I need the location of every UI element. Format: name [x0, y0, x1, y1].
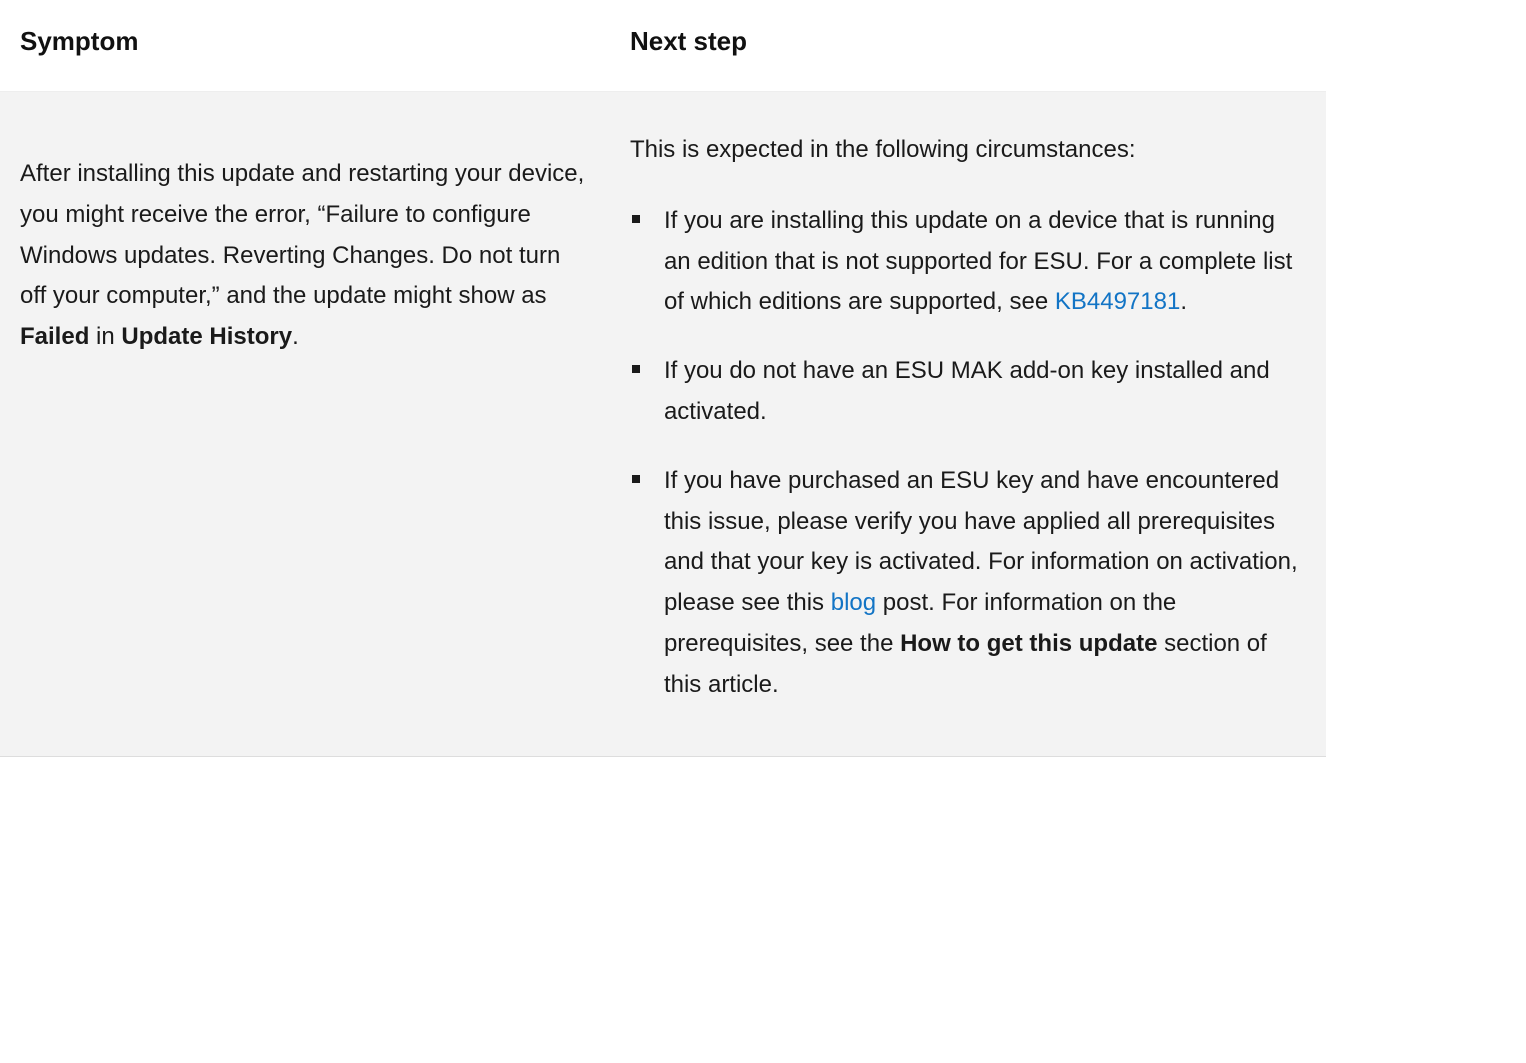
known-issues-table: Symptom Next step After installing this …: [0, 0, 1326, 757]
next-step-cell: This is expected in the following circum…: [610, 92, 1326, 757]
list-item: If you are installing this update on a d…: [630, 201, 1306, 323]
next-step-list: If you are installing this update on a d…: [630, 201, 1306, 706]
header-next-step: Next step: [610, 0, 1326, 92]
table-row: After installing this update and restart…: [0, 92, 1326, 757]
list-item: If you have purchased an ESU key and hav…: [630, 461, 1306, 706]
list-item: If you do not have an ESU MAK add-on key…: [630, 351, 1306, 433]
symptom-bold-update-history: Update History: [121, 323, 292, 350]
bullet2-text: If you do not have an ESU MAK add-on key…: [664, 357, 1270, 425]
bullet1-pre: If you are installing this update on a d…: [664, 207, 1292, 316]
bullet1-post: .: [1180, 288, 1187, 315]
next-step-intro: This is expected in the following circum…: [630, 130, 1306, 171]
symptom-mid: in: [89, 323, 121, 350]
bullet3-bold: How to get this update: [900, 630, 1157, 657]
kb-link[interactable]: KB4497181: [1055, 288, 1180, 315]
blog-link[interactable]: blog: [831, 589, 876, 616]
symptom-bold-failed: Failed: [20, 323, 89, 350]
known-issues-section: Symptom Next step After installing this …: [0, 0, 1326, 757]
symptom-cell: After installing this update and restart…: [0, 92, 610, 757]
symptom-post: .: [292, 323, 299, 350]
table-header-row: Symptom Next step: [0, 0, 1326, 92]
symptom-text: After installing this update and restart…: [20, 154, 590, 358]
symptom-pre: After installing this update and restart…: [20, 160, 584, 309]
header-symptom: Symptom: [0, 0, 610, 92]
